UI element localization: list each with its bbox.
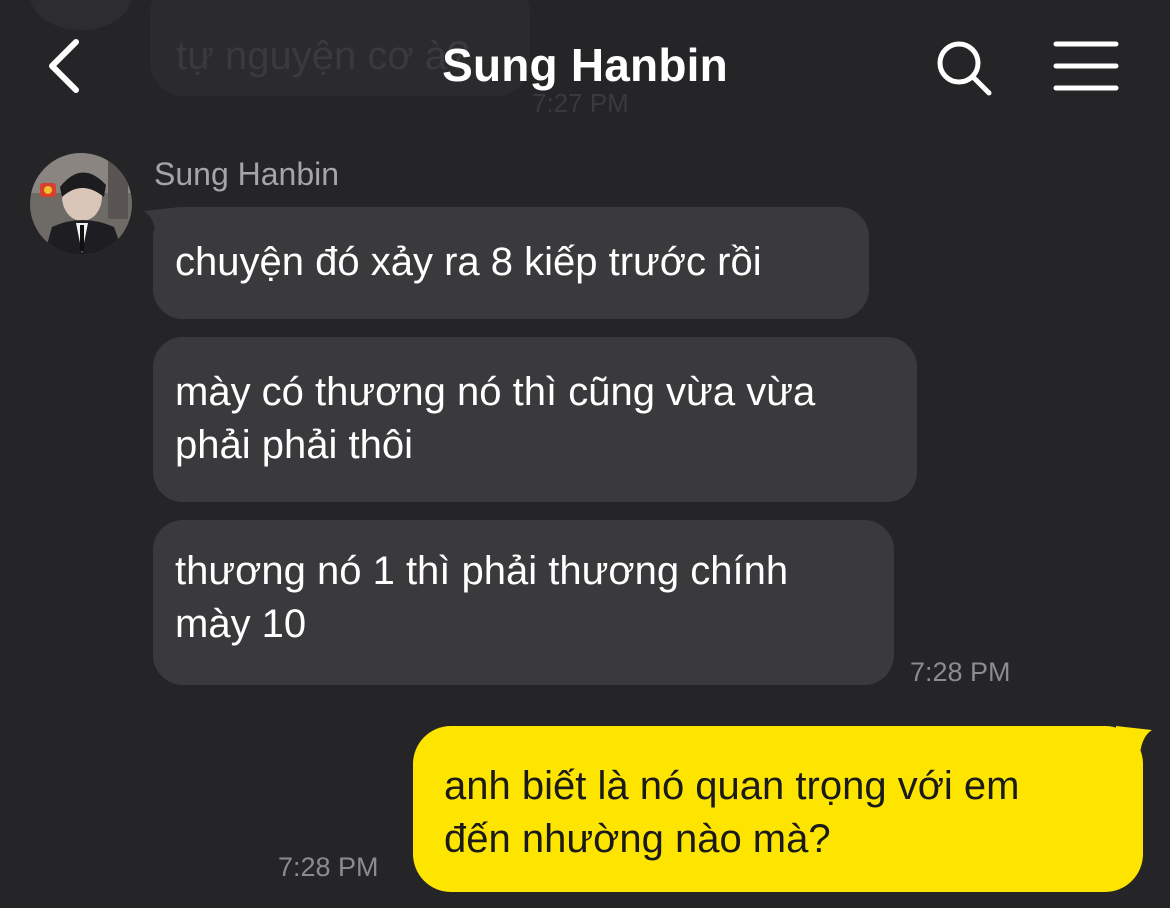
- message-line: mày có thương nó thì cũng vừa vừa: [175, 370, 816, 414]
- chat-screen: tự nguyện cơ à? 7:27 PM Sung Hanbin Sung…: [0, 0, 1170, 908]
- outgoing-timestamp: 7:28 PM: [278, 852, 379, 882]
- avatar-photo: [30, 153, 132, 255]
- incoming-message[interactable]: thương nó 1 thì phải thương chính mày 10: [153, 520, 894, 685]
- sender-avatar[interactable]: [30, 153, 132, 255]
- message-line: chuyện đó xảy ra 8 kiếp trước rồi: [175, 240, 762, 284]
- incoming-timestamp: 7:28 PM: [910, 657, 1011, 687]
- message-line: phải phải thôi: [175, 423, 413, 467]
- search-button[interactable]: [932, 36, 996, 100]
- chat-header: Sung Hanbin: [0, 0, 1170, 130]
- menu-button[interactable]: [1052, 40, 1120, 92]
- message-line: đến nhường nào mà?: [444, 817, 831, 861]
- sender-name: Sung Hanbin: [154, 156, 340, 192]
- message-line: mày 10: [175, 602, 307, 646]
- outgoing-message[interactable]: anh biết là nó quan trọng với em đến như…: [413, 726, 1143, 892]
- message-line: anh biết là nó quan trọng với em: [444, 764, 1020, 808]
- incoming-message[interactable]: mày có thương nó thì cũng vừa vừa phải p…: [153, 337, 917, 502]
- hamburger-menu-icon: [1053, 41, 1119, 91]
- incoming-message[interactable]: chuyện đó xảy ra 8 kiếp trước rồi: [153, 207, 869, 319]
- message-line: thương nó 1 thì phải thương chính: [175, 549, 789, 593]
- search-icon: [937, 41, 992, 96]
